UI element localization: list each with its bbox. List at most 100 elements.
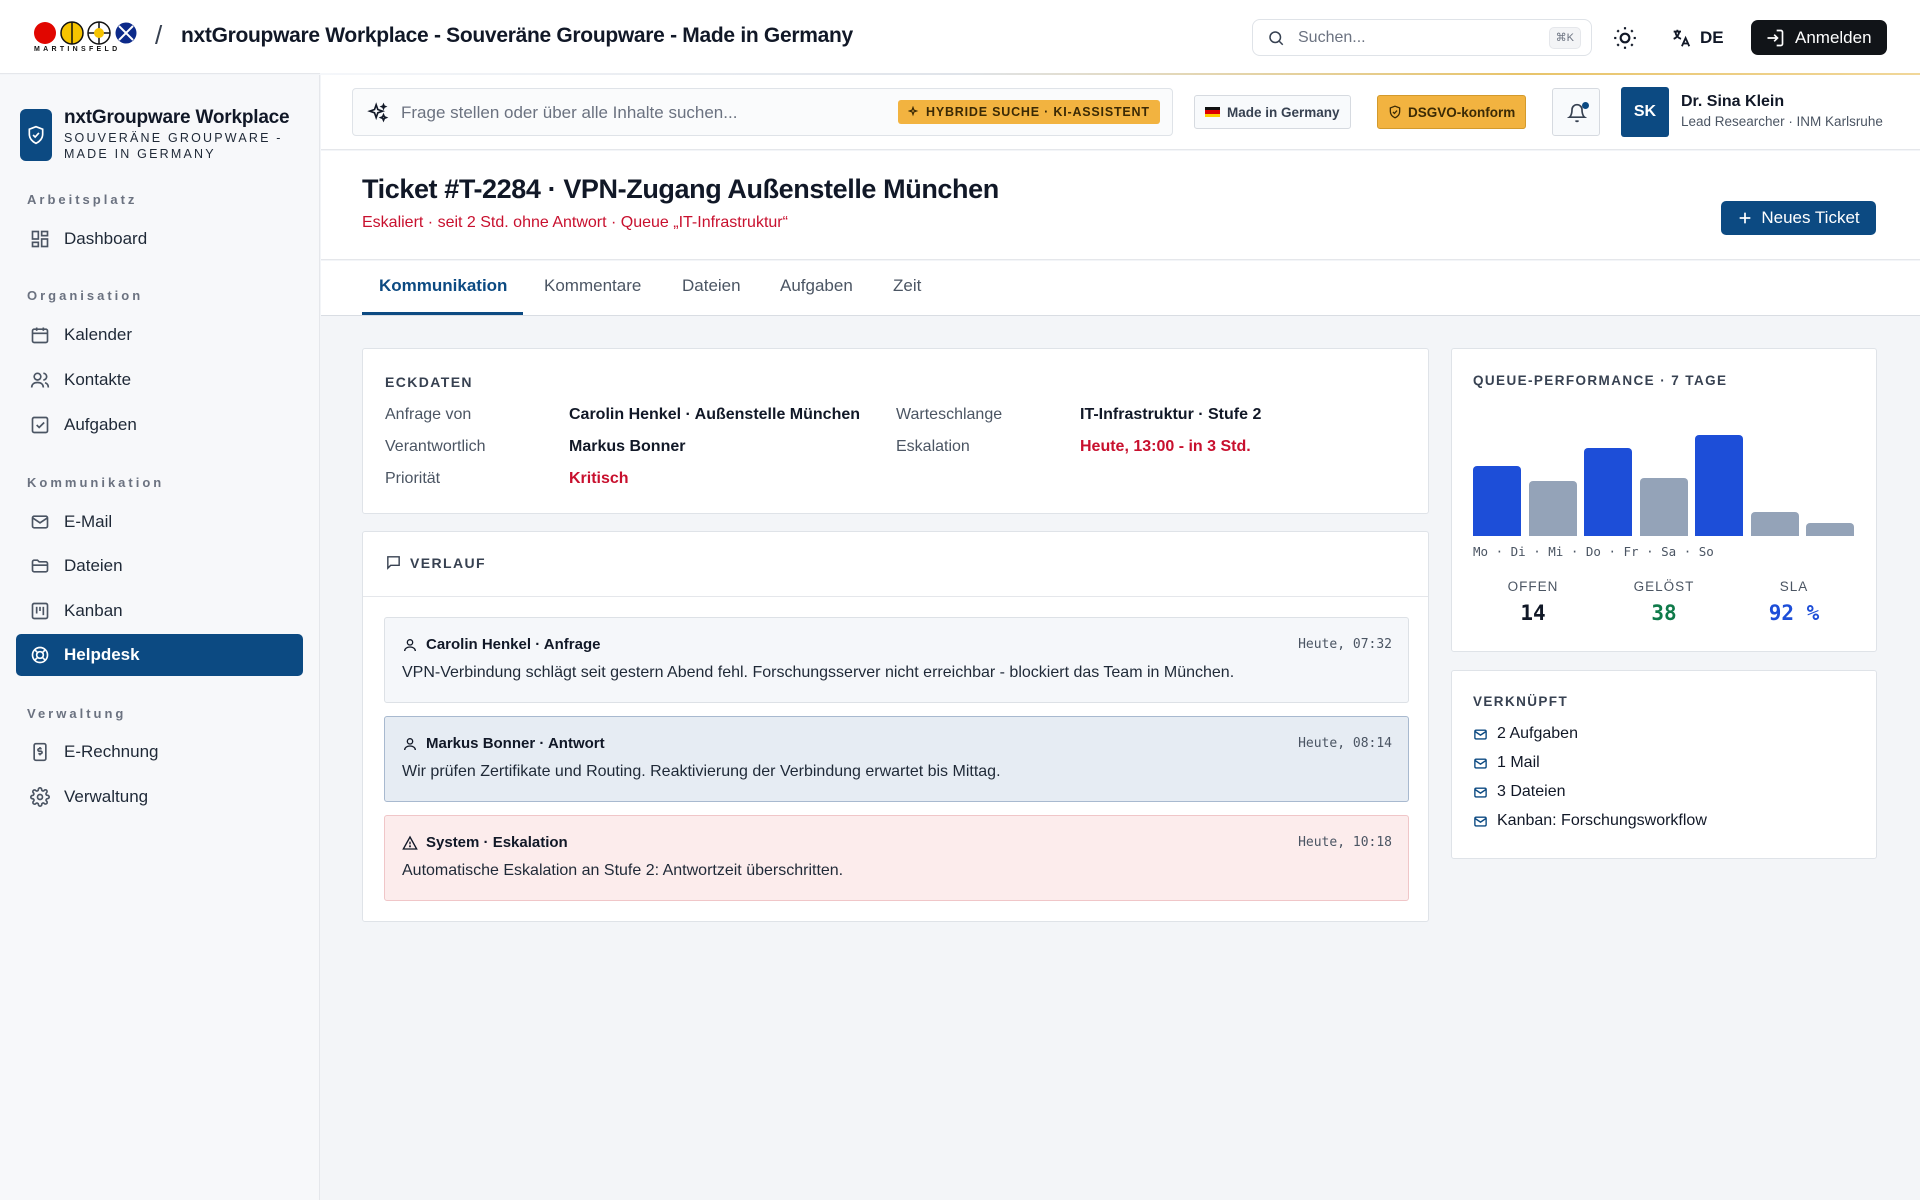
ai-assistant-badge[interactable]: HYBRIDE SUCHE · KI-ASSISTENT [898, 100, 1160, 124]
theme-toggle-sun-icon[interactable] [1612, 25, 1638, 51]
message-author-row: Markus Bonner · Antwort [402, 735, 605, 752]
field-label-queue: Warteschlange [896, 406, 1003, 423]
mail-icon [1474, 815, 1487, 827]
contacts-icon [30, 372, 50, 388]
user-icon [404, 737, 416, 750]
sidebar-item-label: E-Rechnung [64, 742, 159, 761]
tab-aufgaben[interactable]: Aufgaben [780, 276, 853, 296]
sidebar-item-erechnung[interactable]: E-Rechnung [16, 731, 303, 773]
login-button[interactable]: Anmelden [1751, 20, 1887, 55]
chart-bar-mi [1584, 448, 1632, 536]
gear-icon [30, 787, 50, 807]
sidebar-item-label: Aufgaben [64, 415, 137, 434]
verlauf-header: VERLAUF [385, 554, 486, 571]
message-text: Wir prüfen Zertifikate und Routing. Reak… [402, 763, 1001, 780]
folder-icon [31, 559, 49, 573]
language-switch[interactable]: DE [1670, 24, 1724, 52]
message-time: Heute, 08:14 [1298, 736, 1392, 751]
linked-item-tasks[interactable]: 2 Aufgaben [1473, 725, 1578, 743]
linked-item-label: 3 Dateien [1497, 783, 1566, 800]
made-in-germany-badge: Made in Germany [1194, 95, 1351, 129]
message-item: Carolin Henkel · Anfrage Heute, 07:32 VP… [384, 617, 1409, 703]
logo-wordmark: MARTINSFELD [34, 46, 121, 53]
field-value-requester: Carolin Henkel · Außenstelle München [569, 406, 861, 423]
user-role: Lead Researcher · INM Karlsruhe [1681, 114, 1883, 129]
stat-sla-label: SLA [1779, 579, 1809, 594]
mail-icon [31, 515, 49, 529]
german-flag-icon [1205, 107, 1220, 117]
dashboard-icon [31, 230, 49, 248]
made-in-germany-label: Made in Germany [1227, 104, 1340, 120]
sidebar-item-aufgaben[interactable]: Aufgaben [16, 404, 303, 446]
message-time: Heute, 10:18 [1298, 835, 1392, 850]
tab-kommunikation[interactable]: Kommunikation [379, 276, 507, 296]
stat-sla-value: 92 % [1768, 601, 1820, 625]
mail-icon [1474, 728, 1487, 740]
linked-item-label: 2 Aufgaben [1497, 725, 1578, 742]
sidebar-item-kanban[interactable]: Kanban [16, 590, 303, 632]
search-placeholder: Suchen... [1298, 29, 1366, 46]
eckdaten-card [362, 348, 1429, 514]
search-icon [1269, 31, 1284, 46]
chart-bar-mo [1473, 466, 1521, 536]
stat-open-value: 14 [1520, 601, 1546, 625]
sidebar: nxtGroupware Workplace Souveräne Groupwa… [0, 75, 320, 1200]
field-label-requester: Anfrage von [385, 406, 472, 423]
linked-item-files[interactable]: 3 Dateien [1473, 783, 1566, 801]
notifications-button[interactable] [1552, 88, 1600, 136]
user-name: Dr. Sina Klein [1681, 93, 1785, 110]
tab-kommentare[interactable]: Kommentare [544, 276, 641, 296]
message-author-row: System · Eskalation [402, 834, 568, 851]
verlauf-divider [363, 596, 1428, 597]
sidebar-item-kontakte[interactable]: Kontakte [16, 359, 303, 401]
chart-bar-do [1639, 478, 1688, 536]
sidebar-item-label: Dateien [64, 556, 123, 575]
login-label: Anmelden [1795, 27, 1872, 47]
page-title: Ticket #T-2284 · VPN-Zugang Außenstelle … [362, 174, 999, 204]
queue-title: QUEUE-PERFORMANCE · 7 TAGE [1473, 373, 1728, 388]
global-search[interactable]: Suchen... ⌘K [1252, 19, 1592, 56]
field-label-assignee: Verantwortlich [385, 438, 486, 455]
new-ticket-label: Neues Ticket [1761, 208, 1860, 227]
avatar[interactable]: SK [1621, 87, 1669, 137]
message-author: Markus Bonner · Antwort [426, 735, 605, 752]
app-title: nxtGroupware Workplace - Souveräne Group… [181, 24, 853, 47]
queue-bar-chart [1473, 420, 1856, 536]
linked-item-mail[interactable]: 1 Mail [1473, 754, 1540, 772]
section-title-kommunikation: Kommunikation [27, 475, 165, 490]
brand-shield-logo[interactable] [20, 109, 52, 161]
tab-dateien[interactable]: Dateien [682, 276, 741, 296]
ai-search-placeholder: Frage stellen oder über alle Inhalte suc… [401, 103, 738, 122]
message-author: Carolin Henkel · Anfrage [426, 636, 601, 653]
sidebar-item-helpdesk[interactable]: Helpdesk [16, 634, 303, 676]
calendar-icon [31, 327, 49, 344]
notification-dot [1582, 102, 1589, 109]
ticket-status-line: Eskaliert · seit 2 Std. ohne Antwort · Q… [362, 214, 788, 231]
sidebar-item-label: Kontakte [64, 370, 132, 389]
gdpr-label: DSGVO-konform [1408, 104, 1516, 120]
breadcrumb-separator: / [155, 20, 163, 50]
sidebar-item-dashboard[interactable]: Dashboard [16, 218, 303, 260]
kanban-icon [31, 602, 49, 620]
field-label-escalation: Eskalation [896, 438, 970, 455]
message-author-row: Carolin Henkel · Anfrage [402, 636, 600, 653]
sidebar-item-label: Helpdesk [64, 645, 140, 664]
sidebar-item-label: Dashboard [64, 229, 148, 248]
new-ticket-button[interactable]: Neues Ticket [1721, 201, 1876, 235]
tasks-icon [31, 416, 49, 434]
section-title-organisation: Organisation [27, 288, 144, 303]
sidebar-item-dateien[interactable]: Dateien [16, 545, 303, 587]
linked-item-kanban[interactable]: Kanban: Forschungsworkflow [1473, 812, 1707, 830]
sidebar-item-verwaltung[interactable]: Verwaltung [16, 776, 303, 818]
sidebar-item-kalender[interactable]: Kalender [16, 314, 303, 356]
linked-item-label: 1 Mail [1497, 754, 1540, 771]
sidebar-item-email[interactable]: E-Mail [16, 501, 303, 543]
tab-zeit[interactable]: Zeit [893, 276, 921, 296]
active-tab-indicator [362, 312, 523, 315]
eckdaten-title: ECKDATEN [385, 374, 473, 390]
linked-title: VERKNÜPFT [1473, 694, 1569, 709]
invoice-icon [33, 742, 47, 762]
section-title-verwaltung: Verwaltung [27, 706, 127, 721]
message-item: Markus Bonner · Antwort Heute, 08:14 Wir… [384, 716, 1409, 802]
message-author: System · Eskalation [426, 834, 568, 851]
